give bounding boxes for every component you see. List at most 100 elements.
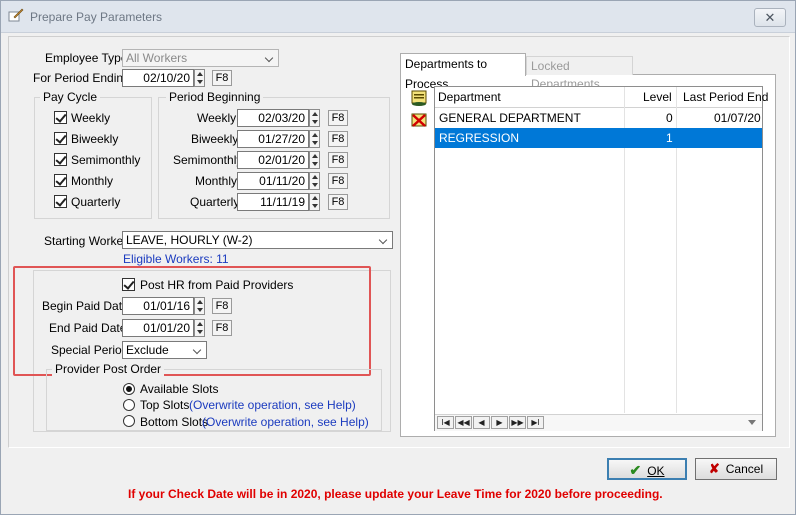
post-hr-checkbox[interactable] <box>122 278 135 291</box>
bottom-slots-radio[interactable] <box>123 415 135 427</box>
pb-weekly-spinner[interactable] <box>309 109 320 127</box>
pay-cycle-title: Pay Cycle <box>40 90 101 104</box>
document-icon[interactable] <box>409 89 429 107</box>
ok-button[interactable]: ✔ OK <box>607 458 687 480</box>
period-ending-f8-button[interactable]: F8 <box>212 70 232 86</box>
pb-monthly-field[interactable]: 01/11/20 <box>237 172 309 190</box>
pb-biweekly-f8-button[interactable]: F8 <box>328 131 348 147</box>
begin-paid-date-field[interactable]: 01/01/16 <box>122 297 194 315</box>
period-ending-label: For Period Ending <box>33 71 130 85</box>
weekly-label: Weekly <box>71 111 111 125</box>
special-period-select[interactable]: Exclude <box>122 341 207 359</box>
special-period-label: Special Period <box>51 343 129 357</box>
first-record-button[interactable]: I◀ <box>437 416 454 429</box>
chevron-down-icon <box>262 50 278 66</box>
pb-biweekly-field[interactable]: 01/27/20 <box>237 130 309 148</box>
scroll-arrow-icon[interactable] <box>748 420 756 425</box>
chevron-down-icon <box>376 232 392 248</box>
pb-quarterly-label: Quarterly <box>190 195 240 209</box>
period-ending-field[interactable]: 02/10/20 <box>122 69 194 87</box>
cancel-button[interactable]: ✘ Cancel <box>695 458 777 480</box>
starting-worker-label: Starting Worker <box>44 234 128 248</box>
semimonthly-label: Semimonthly <box>71 153 141 167</box>
row-last-period: 01/07/20 <box>714 111 761 125</box>
period-beginning-title: Period Beginning <box>166 90 264 104</box>
end-paid-date-field[interactable]: 01/01/20 <box>122 319 194 337</box>
provider-post-order-title: Provider Post Order <box>52 362 165 376</box>
pb-semimonthly-label: Semimonthly <box>173 153 243 167</box>
monthly-label: Monthly <box>71 174 114 188</box>
pb-quarterly-spinner[interactable] <box>309 193 320 211</box>
col-last-period-end[interactable]: Last Period End <box>683 90 768 104</box>
top-slots-note[interactable]: (Overwrite operation, see Help) <box>189 398 356 412</box>
x-icon: ✘ <box>708 461 720 476</box>
biweekly-label: Biweekly <box>71 132 119 146</box>
begin-paid-date-f8-button[interactable]: F8 <box>212 298 232 314</box>
begin-paid-date-spinner[interactable] <box>194 297 205 315</box>
tab-locked-departments[interactable]: Locked Departments <box>526 56 633 91</box>
top-slots-radio[interactable] <box>123 399 135 411</box>
monthly-checkbox[interactable] <box>54 174 67 187</box>
row-department: GENERAL DEPARTMENT <box>439 111 581 125</box>
table-row-selected[interactable]: REGRESSION 1 <box>435 128 762 148</box>
available-slots-radio[interactable] <box>123 383 135 395</box>
window-title: Prepare Pay Parameters <box>30 10 163 24</box>
checkmark-icon: ✔ <box>629 462 642 478</box>
close-icon: ✕ <box>764 10 776 25</box>
starting-worker-value: LEAVE, HOURLY (W-2) <box>126 233 253 247</box>
eligible-workers-count: Eligible Workers: 11 <box>123 252 229 266</box>
ok-label: OK <box>647 464 665 478</box>
col-level[interactable]: Level <box>643 90 672 104</box>
end-paid-date-label: End Paid Date <box>49 321 127 335</box>
prev-record-button[interactable]: ◀ <box>473 416 490 429</box>
post-hr-label: Post HR from Paid Providers <box>140 278 294 292</box>
top-slots-label: Top Slots <box>140 398 190 412</box>
last-record-button[interactable]: ▶I <box>527 416 544 429</box>
pb-semimonthly-f8-button[interactable]: F8 <box>328 152 348 168</box>
quarterly-label: Quarterly <box>71 195 121 209</box>
pb-monthly-f8-button[interactable]: F8 <box>328 173 348 189</box>
bottom-slots-label: Bottom Slots <box>140 415 209 429</box>
quarterly-checkbox[interactable] <box>54 195 67 208</box>
pb-semimonthly-field[interactable]: 02/01/20 <box>237 151 309 169</box>
available-slots-label: Available Slots <box>140 382 219 396</box>
col-department[interactable]: Department <box>438 90 501 104</box>
bottom-slots-note[interactable]: (Overwrite operation, see Help) <box>202 415 369 429</box>
pb-weekly-f8-button[interactable]: F8 <box>328 110 348 126</box>
pb-biweekly-label: Biweekly <box>191 132 239 146</box>
special-period-value: Exclude <box>126 343 169 357</box>
pb-monthly-spinner[interactable] <box>309 172 320 190</box>
tab-departments-to-process[interactable]: Departments to Process <box>400 53 526 91</box>
next-record-button[interactable]: ▶ <box>491 416 508 429</box>
pb-quarterly-field[interactable]: 11/11/19 <box>237 193 309 211</box>
employee-type-label: Employee Type <box>45 51 128 65</box>
prev-page-button[interactable]: ◀◀ <box>455 416 472 429</box>
table-row[interactable]: GENERAL DEPARTMENT 0 01/07/20 <box>435 108 762 128</box>
close-button[interactable]: ✕ <box>754 8 786 27</box>
pb-biweekly-spinner[interactable] <box>309 130 320 148</box>
begin-paid-date-label: Begin Paid Date <box>42 299 129 313</box>
cancel-label: Cancel <box>725 462 764 476</box>
employee-type-value: All Workers <box>126 51 188 65</box>
row-level: 1 <box>666 131 673 145</box>
weekly-checkbox[interactable] <box>54 111 67 124</box>
delete-icon[interactable] <box>409 111 429 129</box>
semimonthly-checkbox[interactable] <box>54 153 67 166</box>
pb-monthly-label: Monthly <box>195 174 238 188</box>
end-paid-date-spinner[interactable] <box>194 319 205 337</box>
period-ending-spinner[interactable] <box>194 69 205 87</box>
warning-message: If your Check Date will be in 2020, plea… <box>128 487 663 501</box>
pb-weekly-field[interactable]: 02/03/20 <box>237 109 309 127</box>
starting-worker-select[interactable]: LEAVE, HOURLY (W-2) <box>122 231 393 249</box>
row-level: 0 <box>666 111 673 125</box>
pb-semimonthly-spinner[interactable] <box>309 151 320 169</box>
biweekly-checkbox[interactable] <box>54 132 67 145</box>
end-paid-date-f8-button[interactable]: F8 <box>212 320 232 336</box>
pb-quarterly-f8-button[interactable]: F8 <box>328 194 348 210</box>
pb-weekly-label: Weekly <box>197 111 237 125</box>
next-page-button[interactable]: ▶▶ <box>509 416 526 429</box>
employee-type-select[interactable]: All Workers <box>122 49 279 67</box>
row-department: REGRESSION <box>439 131 520 145</box>
edit-icon <box>8 8 24 22</box>
chevron-down-icon <box>190 342 206 358</box>
